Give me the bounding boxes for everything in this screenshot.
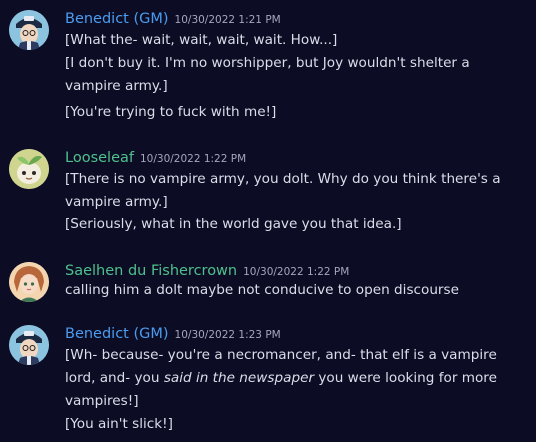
saelhen-avatar[interactable] <box>9 262 49 302</box>
chat-message-list: Benedict (GM) 10/30/2022 1:21 PM [What th… <box>0 0 536 442</box>
message-text: [You're trying to fuck with me!] <box>65 104 277 120</box>
message-group: Saelhen du Fishercrown 10/30/2022 1:22 PM… <box>0 254 536 304</box>
benedict-avatar[interactable] <box>9 325 49 365</box>
message-group: Benedict (GM) 10/30/2022 1:21 PM [What th… <box>0 2 536 122</box>
author-name[interactable]: Looseleaf <box>65 150 134 166</box>
message-text: [Wh- because- you're a necromancer, and-… <box>65 344 520 413</box>
message-header: Looseleaf 10/30/2022 1:22 PM <box>65 147 246 169</box>
benedict-avatar[interactable] <box>9 10 49 50</box>
author-name[interactable]: Saelhen du Fishercrown <box>65 263 237 279</box>
author-name[interactable]: Benedict (GM) <box>65 326 169 342</box>
message-group: Benedict (GM) 10/30/2022 1:23 PM [Wh- bec… <box>0 317 536 442</box>
timestamp: 10/30/2022 1:23 PM <box>174 329 281 341</box>
message-text: [There is no vampire army, you dolt. Why… <box>65 171 501 210</box>
message-text: [You ain't slick!] <box>65 416 173 432</box>
message-text: [What the- wait, wait, wait, wait. How..… <box>65 32 338 48</box>
timestamp: 10/30/2022 1:21 PM <box>174 14 281 26</box>
author-name[interactable]: Benedict (GM) <box>65 11 169 27</box>
message-text-italic: said in the newspaper <box>163 370 315 386</box>
message-header: Benedict (GM) 10/30/2022 1:23 PM <box>65 323 281 345</box>
message-text: [Seriously, what in the world gave you t… <box>65 216 402 232</box>
looseleaf-avatar[interactable] <box>9 149 49 189</box>
message-group: Looseleaf 10/30/2022 1:22 PM [There is no… <box>0 141 536 241</box>
message-text: [I don't buy it. I'm no worshipper, but … <box>65 55 470 94</box>
timestamp: 10/30/2022 1:22 PM <box>139 153 247 165</box>
message-text: calling him a dolt maybe not conducive t… <box>65 282 459 298</box>
message-header: Benedict (GM) 10/30/2022 1:21 PM <box>65 8 281 30</box>
timestamp: 10/30/2022 1:22 PM <box>243 266 350 278</box>
